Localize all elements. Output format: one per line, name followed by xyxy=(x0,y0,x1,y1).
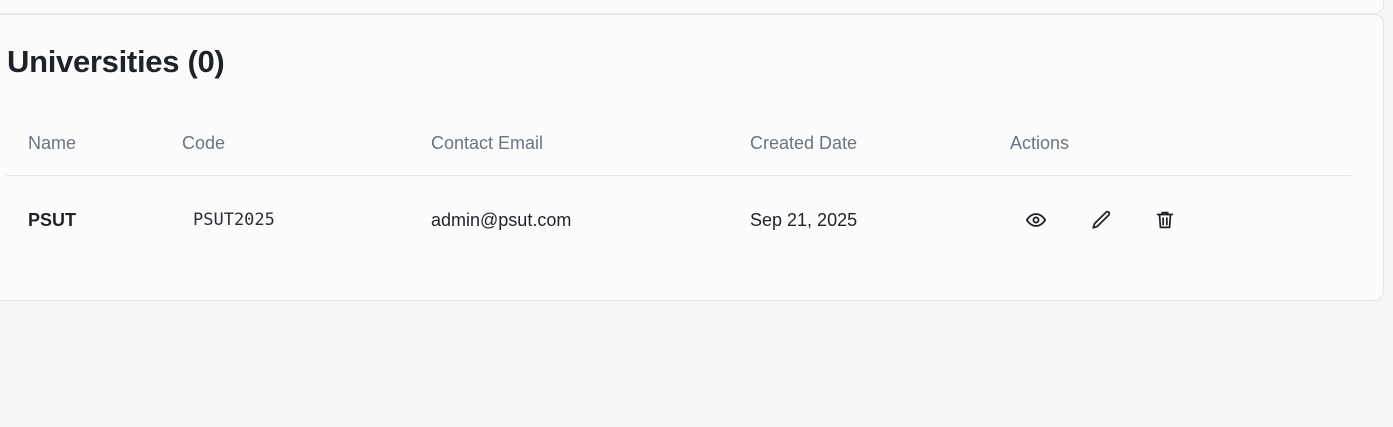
university-created-date: Sep 21, 2025 xyxy=(750,210,858,230)
edit-button[interactable] xyxy=(1087,206,1115,234)
eye-icon xyxy=(1025,213,1047,227)
previous-card xyxy=(0,0,1384,14)
university-code: PSUT2025 xyxy=(193,210,275,230)
column-header-created-date[interactable]: Created Date xyxy=(750,132,857,154)
section-title: Universities (0) xyxy=(7,44,225,79)
university-email: admin@psut.com xyxy=(431,210,572,230)
delete-button[interactable] xyxy=(1151,206,1179,234)
trash-icon xyxy=(1156,211,1174,229)
table-header: Name Code Contact Email Created Date Act… xyxy=(6,113,1351,176)
column-header-name[interactable]: Name xyxy=(28,132,76,154)
column-header-actions: Actions xyxy=(1010,133,1070,153)
universities-table: Name Code Contact Email Created Date Act… xyxy=(6,113,1351,268)
column-header-code[interactable]: Code xyxy=(182,132,225,154)
pencil-icon xyxy=(1092,210,1111,229)
view-button[interactable] xyxy=(1022,206,1050,234)
column-header-contact-email[interactable]: Contact Email xyxy=(431,132,543,154)
university-name: PSUT xyxy=(28,210,77,230)
table-row: PSUT PSUT2025 admin@psut.com Sep 21, 202… xyxy=(6,176,1351,268)
